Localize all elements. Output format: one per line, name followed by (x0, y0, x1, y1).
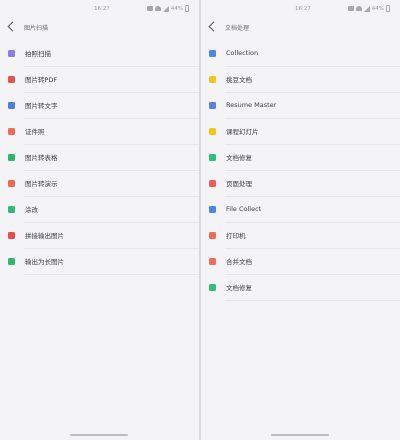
list-item[interactable]: Collection (201, 40, 400, 66)
list-item-label: 输出为长图片 (25, 258, 64, 266)
battery-icon (386, 5, 390, 12)
list-item[interactable]: 合并文档 (201, 248, 400, 274)
signal-icon (162, 5, 169, 12)
status-icons: 44% (347, 5, 390, 12)
id-photo-icon (8, 127, 15, 135)
list-item[interactable]: 图片转PDF (0, 66, 199, 92)
right-screen: 16:27 44% 文档处理 Collection 挑豆文档 Resume Mast… (201, 0, 400, 440)
list-item[interactable]: 课程幻灯片 (201, 118, 400, 144)
nfc-icon (146, 6, 153, 11)
feature-list: Collection 挑豆文档 Resume Master 课程幻灯片 文档修复 页面处理… (201, 40, 400, 300)
status-bar: 16:27 44% (0, 0, 199, 20)
back-arrow-icon[interactable] (7, 21, 18, 32)
home-indicator[interactable] (271, 434, 329, 436)
list-item-label: File Collect (226, 205, 262, 213)
list-item-label: 挑豆文档 (226, 76, 252, 84)
list-item[interactable]: 挑豆文档 (201, 66, 400, 92)
list-item[interactable]: 打印机 (201, 222, 400, 248)
battery-icon (185, 5, 189, 12)
list-item[interactable]: 文档修复 (201, 144, 400, 170)
wifi-icon (154, 6, 161, 11)
list-item-label: Collection (226, 49, 259, 57)
course-slides-icon (209, 127, 216, 135)
battery-percent: 44% (371, 5, 384, 12)
list-item-label: 图片转演示 (25, 180, 58, 188)
table-icon (8, 153, 15, 161)
list-item-label: 证件照 (25, 128, 45, 136)
list-item-label: 图片转文字 (25, 102, 58, 110)
list-item[interactable]: 输出为长图片 (0, 248, 199, 274)
title-bar: 文档处理 (201, 20, 400, 38)
wifi-icon (355, 6, 362, 11)
scan-icon (8, 49, 15, 57)
doc-repair-icon (209, 283, 216, 291)
page-icon (209, 179, 216, 187)
list-item-label: 打印机 (226, 232, 246, 240)
list-item[interactable]: 证件照 (0, 118, 199, 144)
home-indicator[interactable] (70, 434, 128, 436)
list-item[interactable]: 图片转演示 (0, 170, 199, 196)
back-arrow-icon[interactable] (208, 21, 219, 32)
list-item-label: 拼接输出图片 (25, 232, 64, 240)
list-item-label: 页面处理 (226, 180, 252, 188)
status-icons: 44% (146, 5, 189, 12)
list-item-label: 图片转PDF (25, 76, 58, 84)
status-bar: 16:27 44% (201, 0, 400, 20)
list-item-label: 课程幻灯片 (226, 128, 259, 136)
list-item-label: 文档修复 (226, 284, 252, 292)
stitch-icon (8, 231, 15, 239)
erase-icon (8, 205, 15, 213)
list-item[interactable]: 涂改 (0, 196, 199, 222)
list-item[interactable]: 页面处理 (201, 170, 400, 196)
repair-icon (209, 153, 216, 161)
resume-icon (209, 101, 216, 109)
list-item[interactable]: File Collect (201, 196, 400, 222)
list-item[interactable]: Resume Master (201, 92, 400, 118)
list-item-label: 图片转表格 (25, 154, 58, 162)
list-item-label: 涂改 (25, 206, 38, 214)
slides-icon (8, 179, 15, 187)
list-item-label: Resume Master (226, 101, 277, 109)
list-item-label: 文档修复 (226, 154, 252, 162)
left-screen: 16:27 44% 图片扫描 拍照扫描图片转PDF 图片转文字证件照图片转表格图片… (0, 0, 199, 440)
list-item[interactable]: 拼接输出图片 (0, 222, 199, 248)
list-item-label: 合并文档 (226, 258, 252, 266)
status-time: 16:27 (295, 6, 311, 12)
status-time: 16:27 (94, 6, 110, 12)
feature-list: 拍照扫描图片转PDF 图片转文字证件照图片转表格图片转演示涂改拼接输出图片 输出为长… (0, 40, 199, 274)
list-item[interactable]: 图片转表格 (0, 144, 199, 170)
page-title: 图片扫描 (24, 25, 49, 32)
printer-icon (209, 231, 216, 239)
long-image-icon (8, 257, 15, 265)
pdf-icon (8, 75, 15, 83)
list-item[interactable]: 图片转文字 (0, 92, 199, 118)
note-icon (209, 75, 216, 83)
nfc-icon (347, 6, 354, 11)
text-icon (8, 101, 15, 109)
collection-icon (209, 49, 216, 57)
list-item[interactable]: 文档修复 (201, 274, 400, 300)
merge-icon (209, 257, 216, 265)
list-item-label: 拍照扫描 (25, 50, 51, 58)
battery-percent: 44% (170, 5, 183, 12)
page-title: 文档处理 (225, 25, 250, 32)
list-item[interactable]: 拍照扫描 (0, 40, 199, 66)
title-bar: 图片扫描 (0, 20, 199, 38)
signal-icon (363, 5, 370, 12)
folder-icon (209, 205, 216, 213)
